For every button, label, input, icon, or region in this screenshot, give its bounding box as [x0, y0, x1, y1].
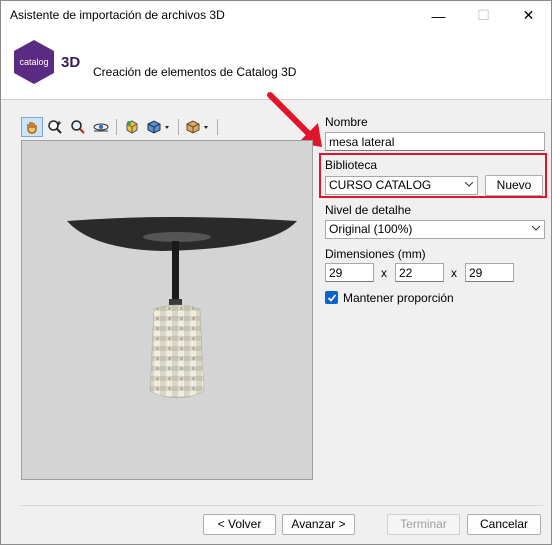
detail-level-label: Nivel de detalhe: [325, 203, 412, 217]
toolbar-separator: [178, 119, 179, 135]
minimize-button[interactable]: —: [416, 1, 461, 30]
keep-proportion-label: Mantener proporción: [343, 291, 454, 305]
zoom-in-icon[interactable]: [44, 117, 66, 137]
import-wizard-window: Asistente de importación de archivos 3D …: [0, 0, 552, 545]
zoom-fit-icon[interactable]: [67, 117, 89, 137]
footer-divider: [21, 505, 543, 506]
orbit-eye-icon[interactable]: [90, 117, 112, 137]
checkmark-icon: [327, 293, 336, 302]
catalog-logo-icon: catalog: [14, 40, 54, 84]
dimension-separator: x: [451, 266, 457, 280]
box-material-icon[interactable]: [183, 117, 213, 137]
maximize-button: ☐: [477, 7, 490, 23]
detail-level-value: Original (100%): [329, 222, 413, 236]
new-library-button[interactable]: Nuevo: [485, 175, 543, 196]
chevron-down-icon: [465, 182, 473, 187]
header-subtitle: Creación de elementos de Catalog 3D: [93, 65, 297, 79]
dimension-x-input[interactable]: 29: [325, 263, 374, 282]
title-bar: Asistente de importación de archivos 3D …: [1, 1, 551, 30]
cube-color-icon[interactable]: [121, 117, 143, 137]
detail-level-select[interactable]: Original (100%): [325, 220, 545, 239]
back-button[interactable]: < Volver: [203, 514, 276, 535]
keep-proportion-checkbox[interactable]: [325, 291, 338, 304]
library-value: CURSO CATALOG: [329, 178, 432, 192]
name-label: Nombre: [325, 115, 368, 129]
model-preview-viewport[interactable]: [21, 140, 313, 480]
dimension-separator: x: [381, 266, 387, 280]
logo-3d-suffix: 3D: [61, 54, 81, 71]
chevron-down-icon: [532, 226, 540, 231]
toolbar-separator: [116, 119, 117, 135]
library-label: Biblioteca: [325, 158, 378, 172]
dimension-y-input[interactable]: 22: [395, 263, 444, 282]
preview-toolbar: [21, 116, 221, 138]
move-hand-icon[interactable]: [21, 117, 43, 137]
library-select[interactable]: CURSO CATALOG: [325, 176, 478, 195]
dimension-z-input[interactable]: 29: [465, 263, 514, 282]
lamp-model-render: [67, 217, 297, 399]
cube-view-icon[interactable]: [144, 117, 174, 137]
cancel-button[interactable]: Cancelar: [467, 514, 541, 535]
logo-text: catalog: [19, 57, 48, 67]
finish-button: Terminar: [387, 514, 460, 535]
close-button[interactable]: ✕: [506, 1, 551, 30]
window-title: Asistente de importación de archivos 3D: [10, 8, 225, 22]
dimensions-label: Dimensiones (mm): [325, 247, 426, 261]
name-input[interactable]: mesa lateral: [325, 132, 545, 151]
next-button[interactable]: Avanzar >: [282, 514, 355, 535]
toolbar-separator: [217, 119, 218, 135]
